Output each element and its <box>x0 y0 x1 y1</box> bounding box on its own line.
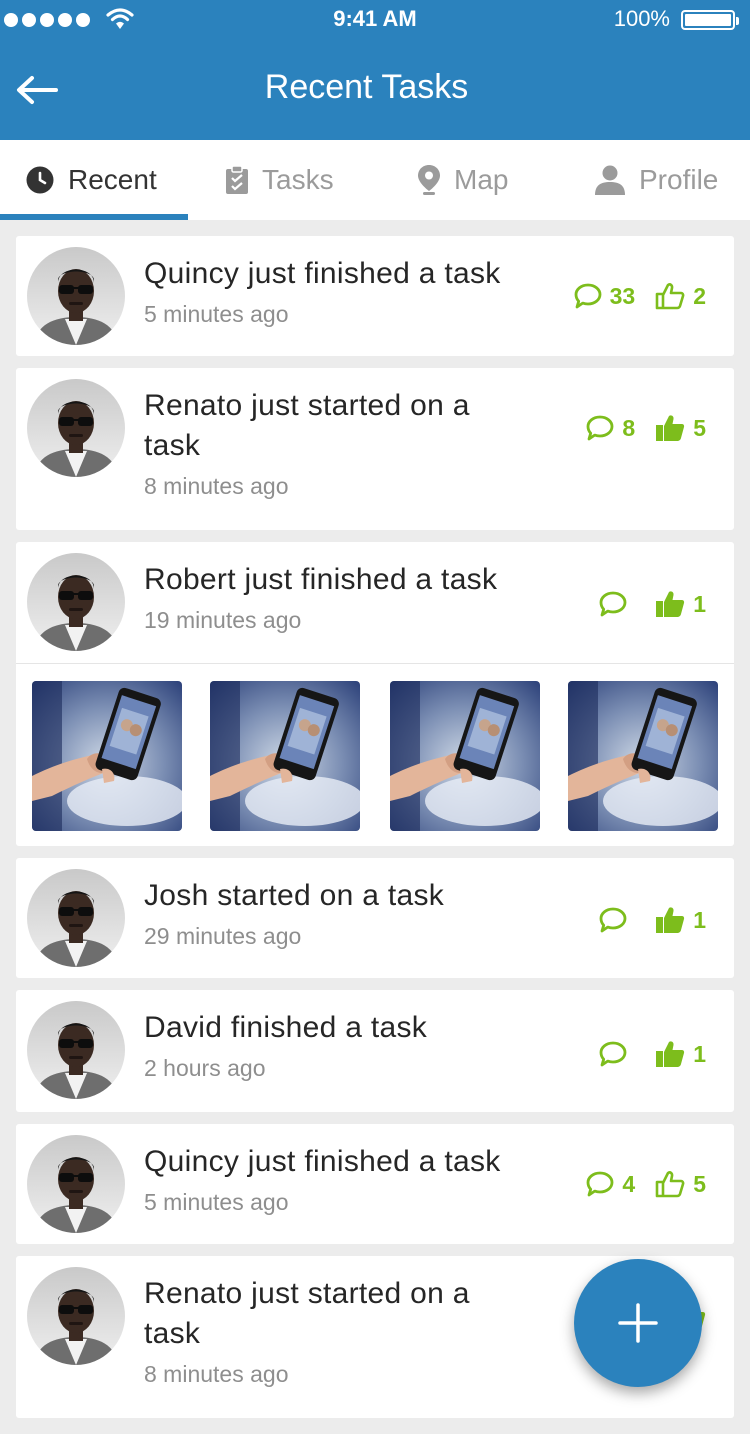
plus-icon <box>618 1303 658 1343</box>
thumbs-up-outline-icon <box>655 282 685 310</box>
activity-message: Quincy just finished a task <box>144 1145 501 1178</box>
thumbs-up-icon <box>655 590 685 618</box>
tab-profile[interactable]: Profile <box>595 140 718 220</box>
clipboard-check-icon <box>226 166 248 194</box>
tab-tasks[interactable]: Tasks <box>226 140 334 220</box>
activity-time: 2 hours ago <box>144 1055 266 1081</box>
photo-thumbnail[interactable] <box>32 681 182 831</box>
activity-message: David finished a task <box>144 1011 428 1044</box>
thumbs-up-outline-icon <box>655 1170 685 1198</box>
like-button[interactable]: 1 <box>655 1040 706 1068</box>
like-count: 1 <box>693 906 706 933</box>
like-button[interactable]: 1 <box>655 906 706 934</box>
comment-count: 33 <box>609 282 636 309</box>
comments-button[interactable]: 8 <box>586 415 635 442</box>
activity-stats: 33 2 <box>574 282 706 310</box>
avatar <box>27 869 125 967</box>
tab-label: Map <box>454 164 509 195</box>
tab-label: Recent <box>68 164 157 195</box>
tab-map[interactable]: Map <box>418 140 508 220</box>
activity-text: Quincy just finished a task 5 minutes ag… <box>144 254 514 330</box>
like-count: 5 <box>693 414 706 441</box>
activity-time: 8 minutes ago <box>144 1361 289 1387</box>
activity-text: Robert just finished a task 19 minutes a… <box>144 560 514 636</box>
comment-icon <box>574 283 602 309</box>
photo-thumbnail[interactable] <box>568 681 718 831</box>
activity-text: Josh started on a task 29 minutes ago <box>144 876 514 952</box>
battery-percentage: 100% <box>613 6 670 31</box>
activity-card[interactable]: Robert just finished a task 19 minutes a… <box>16 542 734 846</box>
activity-time: 5 minutes ago <box>144 1189 289 1215</box>
comment-count: 4 <box>622 1170 636 1197</box>
activity-message: Robert just finished a task <box>144 563 498 596</box>
like-count: 1 <box>693 1040 706 1067</box>
photo-thumbnail[interactable] <box>210 681 360 831</box>
avatar <box>27 1135 125 1233</box>
avatar <box>27 1267 125 1365</box>
avatar <box>27 553 125 651</box>
thumbs-up-icon <box>655 1040 685 1068</box>
activity-time: 5 minutes ago <box>144 301 289 327</box>
tab-recent[interactable]: Recent <box>26 140 157 220</box>
comment-icon <box>586 415 614 441</box>
activity-time: 8 minutes ago <box>144 473 289 499</box>
like-count: 5 <box>693 1170 706 1197</box>
comments-button[interactable] <box>599 907 635 933</box>
activity-time: 19 minutes ago <box>144 607 302 633</box>
avatar <box>27 1001 125 1099</box>
activity-text: Renato just started on a task 8 minutes … <box>144 1274 514 1390</box>
avatar <box>27 379 125 477</box>
activity-stats: 1 <box>599 1040 706 1068</box>
like-count: 1 <box>693 590 706 617</box>
activity-time: 29 minutes ago <box>144 923 302 949</box>
like-count: 2 <box>693 282 706 309</box>
comments-button[interactable]: 33 <box>574 282 636 310</box>
tab-label: Profile <box>639 164 719 195</box>
location-pin-icon <box>418 165 440 195</box>
comment-icon <box>586 1171 614 1197</box>
battery-icon <box>681 10 739 30</box>
activity-text: Quincy just finished a task 5 minutes ag… <box>144 1142 514 1218</box>
user-icon <box>595 165 625 195</box>
activity-message: Josh started on a task <box>144 879 445 912</box>
activity-message: Renato just started on a task <box>144 389 470 462</box>
active-tab-indicator <box>0 214 188 220</box>
photo-thumbnail[interactable] <box>390 681 540 831</box>
clock-icon <box>26 166 54 194</box>
like-button[interactable]: 1 <box>655 590 706 618</box>
comments-button[interactable] <box>599 1041 635 1067</box>
activity-stats: 1 <box>599 906 706 934</box>
tab-bar: Recent Tasks Map Profile <box>0 140 750 220</box>
avatar <box>27 247 125 345</box>
comment-icon <box>599 907 627 933</box>
activity-card[interactable]: David finished a task 2 hours ago 1 <box>16 990 734 1112</box>
tab-label: Tasks <box>262 164 334 195</box>
comment-icon <box>599 1041 627 1067</box>
activity-message: Quincy just finished a task <box>144 257 501 290</box>
like-button[interactable]: 5 <box>655 414 706 442</box>
comments-button[interactable]: 4 <box>586 1171 635 1198</box>
activity-message: Renato just started on a task <box>144 1277 470 1350</box>
like-button[interactable]: 5 <box>655 1170 706 1198</box>
add-task-button[interactable] <box>574 1259 702 1387</box>
activity-stats: 1 <box>599 590 706 618</box>
activity-card[interactable]: Renato just started on a task 8 minutes … <box>16 368 734 530</box>
activity-card[interactable]: Quincy just finished a task 5 minutes ag… <box>16 1124 734 1244</box>
comments-button[interactable] <box>599 591 635 617</box>
top-bar: 9:41 AM 100% Recent Tasks <box>0 0 750 140</box>
comment-count: 8 <box>622 414 636 441</box>
activity-stats: 8 5 <box>586 414 706 442</box>
page-title: Recent Tasks <box>264 68 469 106</box>
thumbs-up-icon <box>655 906 685 934</box>
activity-card[interactable]: Josh started on a task 29 minutes ago 1 <box>16 858 734 978</box>
thumbs-up-icon <box>655 414 685 442</box>
like-button[interactable]: 2 <box>655 282 706 310</box>
status-bar: 9:41 AM 100% <box>0 0 750 40</box>
activity-stats: 4 5 <box>586 1170 706 1198</box>
comment-icon <box>599 591 627 617</box>
activity-text: Renato just started on a task 8 minutes … <box>144 386 514 502</box>
activity-card[interactable]: Quincy just finished a task 5 minutes ag… <box>16 236 734 356</box>
activity-text: David finished a task 2 hours ago <box>144 1008 514 1084</box>
photo-gallery <box>16 663 734 845</box>
